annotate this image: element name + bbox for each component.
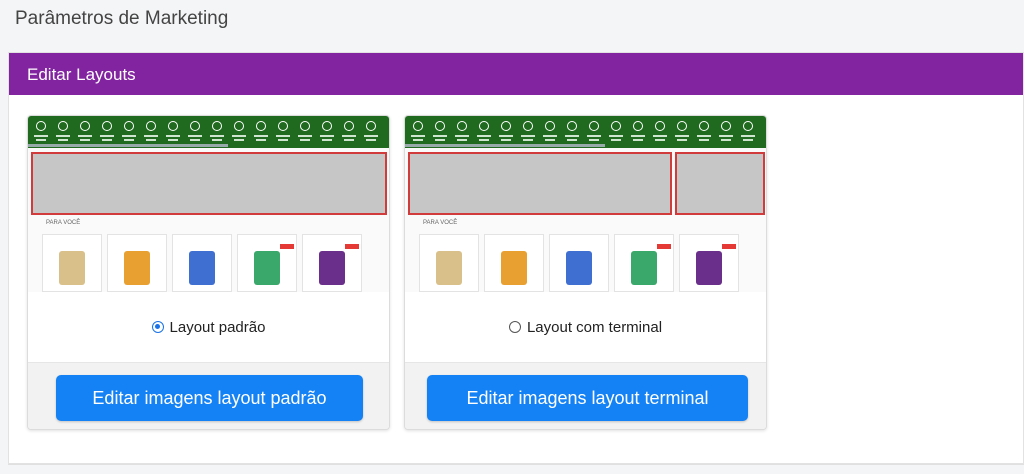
preview-nav-item <box>671 118 693 148</box>
preview-products <box>42 234 362 292</box>
edit-layouts-panel: Editar Layouts PARA VOCÊ Layout padrão E… <box>8 52 1024 464</box>
preview-nav-item <box>250 118 272 148</box>
layout-radio-terminal[interactable]: Layout com terminal <box>405 292 766 362</box>
preview-nav-item <box>360 118 382 148</box>
card-footer: Editar imagens layout padrão <box>28 362 389 429</box>
preview-product-card <box>302 234 362 292</box>
preview-product-card <box>42 234 102 292</box>
layout-card-terminal: PARA VOCÊ Layout com terminal Editar ima… <box>404 115 767 430</box>
radio-label: Layout com terminal <box>526 318 663 336</box>
preview-product-card <box>549 234 609 292</box>
layout-card-default: PARA VOCÊ Layout padrão Editar imagens l… <box>27 115 390 430</box>
radio-selected-icon[interactable] <box>151 321 164 333</box>
card-footer: Editar imagens layout terminal <box>405 362 766 429</box>
preview-product-card <box>237 234 297 292</box>
layout-preview-default: PARA VOCÊ <box>28 116 389 292</box>
preview-nav-item <box>338 118 360 148</box>
preview-product-card <box>172 234 232 292</box>
page-title: Parâmetros de Marketing <box>15 8 229 29</box>
preview-banner-main <box>408 152 672 215</box>
preview-nav-item <box>272 118 294 148</box>
panel-header: Editar Layouts <box>9 53 1023 95</box>
layout-preview-terminal: PARA VOCÊ <box>405 116 766 292</box>
preview-product-card <box>484 234 544 292</box>
page-bottom-divider <box>8 464 1024 465</box>
preview-nav-item <box>737 118 759 148</box>
preview-product-card <box>107 234 167 292</box>
layout-radio-default[interactable]: Layout padrão <box>28 292 389 362</box>
preview-nav-item <box>715 118 737 148</box>
preview-nav-item <box>693 118 715 148</box>
radio-label: Layout padrão <box>169 318 266 336</box>
radio-unselected-icon[interactable] <box>508 321 521 333</box>
preview-banner-terminal <box>675 152 765 215</box>
preview-nav-item <box>228 118 250 148</box>
preview-product-card <box>419 234 479 292</box>
preview-banner <box>31 152 387 215</box>
edit-default-layout-images-button[interactable]: Editar imagens layout padrão <box>56 375 363 421</box>
preview-nav-item <box>294 118 316 148</box>
preview-product-card <box>679 234 739 292</box>
preview-scrollbar <box>405 144 605 147</box>
preview-product-card <box>614 234 674 292</box>
preview-nav-item <box>316 118 338 148</box>
preview-scrollbar <box>28 144 228 147</box>
edit-terminal-layout-images-button[interactable]: Editar imagens layout terminal <box>427 375 748 421</box>
preview-section-label: PARA VOCÊ <box>423 220 458 226</box>
preview-nav-item <box>627 118 649 148</box>
preview-nav-item <box>605 118 627 148</box>
preview-nav-item <box>649 118 671 148</box>
preview-products <box>419 234 739 292</box>
preview-section-label: PARA VOCÊ <box>46 220 81 226</box>
